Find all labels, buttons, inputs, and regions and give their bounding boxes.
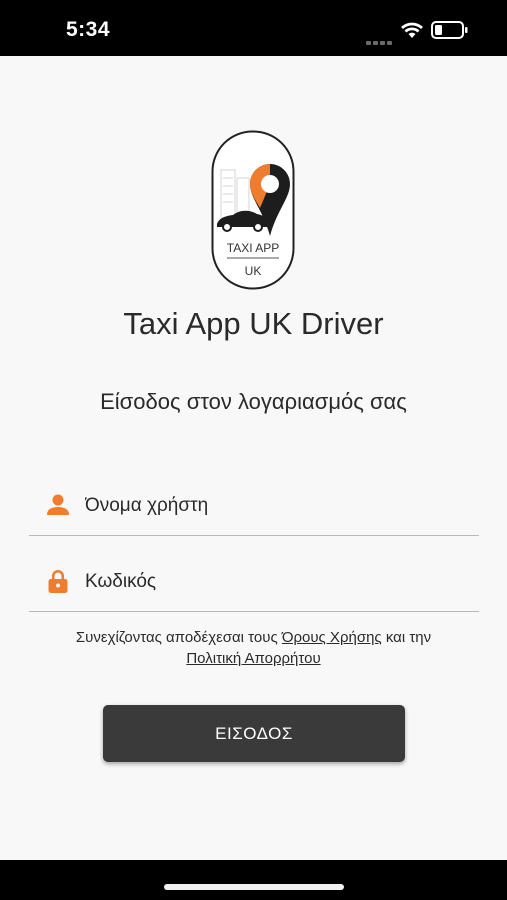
login-button[interactable]: ΕΙΣΟΔΟΣ: [103, 705, 405, 762]
status-bar: 5:34: [0, 0, 507, 56]
username-field[interactable]: [29, 486, 479, 536]
battery-icon: [431, 21, 468, 39]
app-title: Taxi App UK Driver: [123, 306, 384, 341]
taxi-app-logo: TAXI APP UK: [211, 130, 295, 290]
logo-line2: UK: [245, 264, 262, 278]
password-field[interactable]: [29, 562, 479, 612]
logo-line1: TAXI APP: [227, 241, 279, 255]
login-subtitle: Είσοδος στον λογαριασμός σας: [100, 389, 407, 414]
terms-prefix: Συνεχίζοντας αποδέχεσαι τους: [75, 629, 282, 646]
privacy-policy-link[interactable]: Πολιτική Απορρήτου: [186, 650, 320, 667]
password-input[interactable]: [85, 567, 465, 597]
status-time: 5:34: [66, 18, 111, 41]
terms-middle: και την: [381, 629, 432, 646]
terms-of-use-link[interactable]: Όρους Χρήσης: [282, 629, 382, 646]
cellular-signal-icon: [366, 32, 394, 50]
wifi-icon: [401, 22, 423, 38]
lock-icon: [48, 570, 68, 593]
bottom-bar: [0, 860, 507, 900]
username-input[interactable]: [85, 491, 465, 521]
user-icon: [47, 494, 69, 515]
home-indicator[interactable]: [164, 884, 344, 890]
terms-notice: Συνεχίζοντας αποδέχεσαι τους Όρους Χρήση…: [0, 627, 507, 669]
